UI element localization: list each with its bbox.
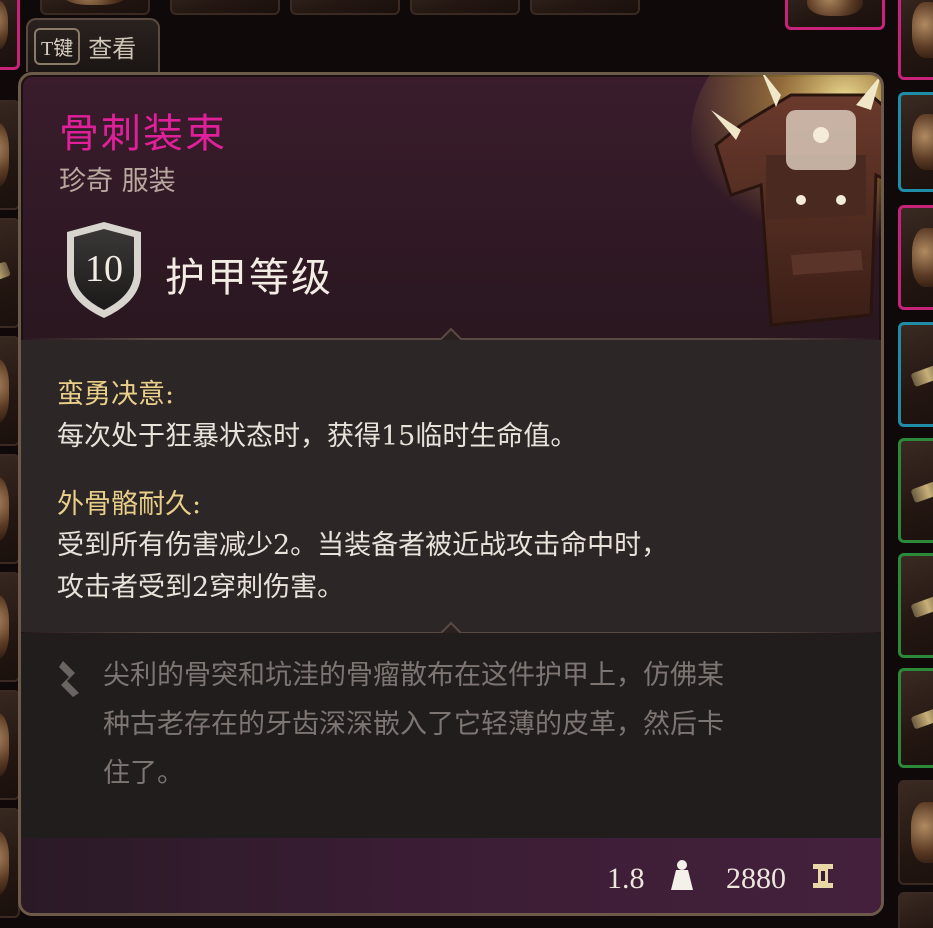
inventory-slot[interactable] (898, 553, 933, 658)
t-key-badge: T键 (34, 27, 81, 65)
inventory-slot[interactable] (0, 808, 20, 918)
inventory-slot[interactable] (898, 438, 933, 543)
inventory-slot[interactable] (290, 0, 400, 15)
property-text: 受到所有伤害减少2。当装备者被近战攻击命中时， (57, 530, 669, 561)
property-title: 蛮勇决意: (57, 379, 175, 410)
description-line: 住了。 (103, 758, 184, 789)
coin-icon (813, 864, 833, 888)
inventory-slot[interactable] (0, 218, 20, 328)
property-title: 外骨骼耐久: (57, 489, 202, 520)
inventory-slot[interactable] (898, 0, 933, 80)
inventory-slot[interactable] (785, 0, 885, 30)
inventory-slot[interactable] (898, 668, 933, 768)
description-line: 尖利的骨突和坑洼的骨瘤散布在这件护甲上，仿佛某 (103, 660, 724, 691)
item-description: 尖利的骨突和坑洼的骨瘤散布在这件护甲上，仿佛某 种古老存在的牙齿深深嵌入了它轻薄… (21, 633, 881, 838)
inventory-slot[interactable] (40, 0, 150, 15)
tooltip-header: 骨刺装束 珍奇 服装 10 护甲等级 (21, 75, 881, 338)
inspect-label: 查看 (88, 34, 137, 63)
inventory-slot[interactable] (0, 454, 20, 564)
inventory-slot[interactable] (410, 0, 520, 15)
inventory-slot[interactable] (0, 690, 20, 800)
weight-value: 1.8 (607, 862, 645, 895)
inventory-slot[interactable] (0, 572, 20, 682)
armor-class-label: 护甲等级 (165, 255, 333, 301)
inventory-slot[interactable] (898, 92, 933, 192)
item-name: 骨刺装束 (59, 111, 227, 157)
armor-class-value: 10 (85, 248, 123, 290)
property-text: 攻击者受到2穿刺伤害。 (57, 572, 345, 603)
inventory-slot[interactable] (898, 322, 933, 427)
inventory-slot[interactable] (898, 892, 933, 928)
inventory-slot[interactable] (530, 0, 640, 15)
inventory-slot[interactable] (0, 100, 20, 210)
property-text: 每次处于狂暴状态时，获得15临时生命值。 (57, 421, 578, 452)
item-properties: 蛮勇决意: 每次处于狂暴状态时，获得15临时生命值。 外骨骼耐久: 受到所有伤害… (21, 340, 881, 632)
inspect-hint[interactable]: T键 查看 (26, 18, 160, 72)
item-armor-art (691, 75, 881, 327)
inventory-slot[interactable] (0, 0, 20, 70)
item-tooltip: 骨刺装束 珍奇 服装 10 护甲等级 蛮勇决意: 每次处于狂暴状态时，获得15临… (18, 72, 884, 916)
game-screen: T键 查看 骨刺装束 珍奇 服装 10 护甲等级 蛮勇决意: 每次处于狂暴状态时… (0, 0, 933, 928)
price-value: 2880 (726, 862, 786, 895)
description-line: 种古老存在的牙齿深深嵌入了它轻薄的皮革，然后卡 (103, 709, 724, 740)
tooltip-footer: 1.8 2880 (21, 838, 881, 913)
item-rarity-type: 珍奇 服装 (59, 166, 176, 197)
inventory-slot[interactable] (170, 0, 280, 15)
description-text: 尖利的骨突和坑洼的骨瘤散布在这件护甲上，仿佛某 种古老存在的牙齿深深嵌入了它轻薄… (103, 651, 863, 798)
quill-icon (59, 661, 79, 697)
inventory-slot[interactable] (898, 780, 933, 885)
weight-icon (671, 860, 693, 890)
inventory-slot[interactable] (0, 336, 20, 446)
inventory-slot[interactable] (898, 205, 933, 310)
